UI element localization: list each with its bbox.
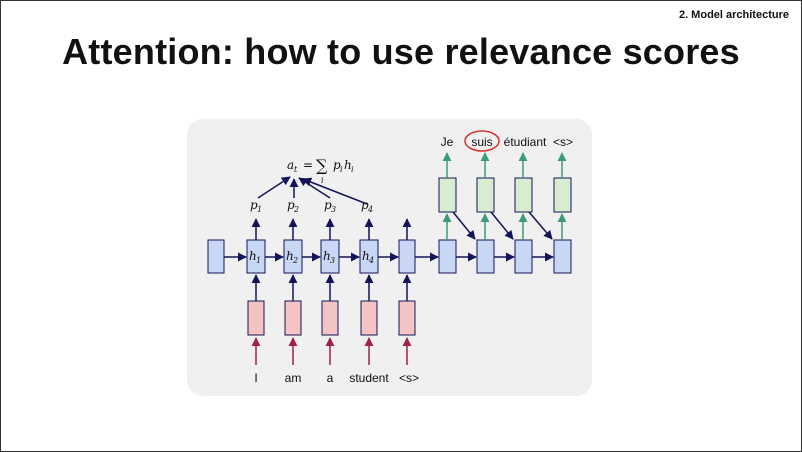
source-word: am (285, 371, 302, 385)
decoder-cell (476, 239, 495, 274)
hidden-sub: 1 (256, 256, 261, 265)
source-word: student (349, 371, 389, 385)
output-cell (514, 177, 533, 213)
embedding-cells (247, 300, 416, 336)
source-word: I (254, 371, 257, 385)
embedding-cell (398, 300, 416, 336)
encoder-cell (398, 239, 416, 274)
hidden-to-weight-arrows (251, 218, 412, 240)
embedding-cell (284, 300, 302, 336)
weight-labels: p 1 p 2 p 3 p 4 (250, 198, 373, 214)
output-cell (553, 177, 572, 213)
formula-p-sub: i (340, 165, 343, 174)
formula-sum: ∑ (316, 156, 328, 175)
decoder-cell (514, 239, 533, 274)
embedding-cell (247, 300, 265, 336)
weight-sub: 3 (331, 205, 336, 214)
encoder-initial-cell (207, 239, 225, 274)
source-word: a (327, 371, 334, 385)
formula-h-sub: i (351, 165, 354, 174)
target-words: Je suis étudiant <s> (441, 130, 573, 152)
output-cells (438, 177, 572, 213)
formula-lhs-sub: t (294, 165, 298, 174)
target-word-highlighted: suis (471, 135, 492, 149)
output-cell (476, 177, 495, 213)
decoder-cell (553, 239, 572, 274)
target-word: Je (441, 135, 454, 149)
target-word: étudiant (504, 135, 547, 149)
embedding-cell (321, 300, 339, 336)
hidden-sub: 2 (292, 256, 298, 265)
feedback-arrows (452, 211, 553, 240)
weight-sub: 4 (367, 205, 373, 214)
source-word: <s> (399, 371, 419, 385)
formula-equals: = (303, 158, 313, 172)
attention-arrows (257, 176, 368, 205)
weight-sub: 2 (293, 205, 299, 214)
embedding-cell (360, 300, 378, 336)
source-words: I am a student <s> (254, 371, 419, 385)
hidden-sub: 4 (368, 256, 374, 265)
decoder-cell (438, 239, 457, 274)
attention-formula: a t = ∑ i p i h i (287, 156, 354, 185)
hidden-sub: 3 (330, 256, 335, 265)
attention-diagram: a t = ∑ i p i h i p 1 p 2 p 3 p 4 h 1 h … (207, 130, 573, 385)
target-word: <s> (553, 135, 573, 149)
embedding-to-encoder-arrows (251, 274, 412, 301)
formula-sum-sub: i (321, 176, 324, 185)
slide: 2. Model architecture Attention: how to … (0, 0, 802, 452)
input-arrows (251, 337, 412, 365)
weight-sub: 1 (257, 205, 262, 214)
output-cell (438, 177, 457, 213)
